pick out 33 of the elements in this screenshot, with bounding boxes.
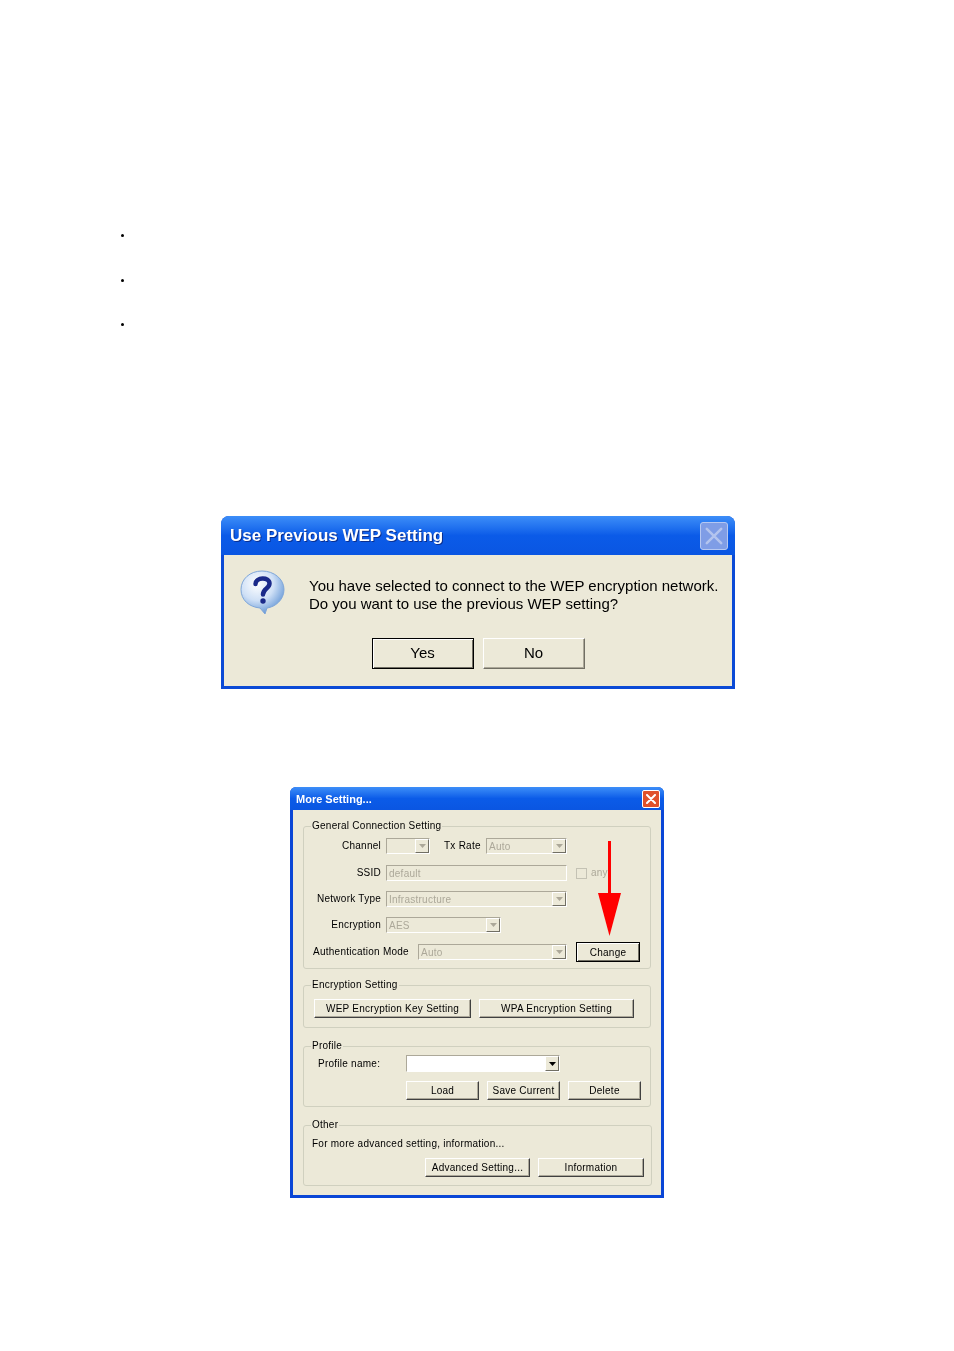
group-label: Profile — [311, 1040, 344, 1052]
info-text: For more advanced setting, information... — [312, 1138, 506, 1150]
encryption-setting-button[interactable]: WEP Encryption Key Setting — [314, 999, 471, 1018]
field-label: Encryption — [330, 919, 381, 931]
group-label: Encryption Setting — [311, 979, 399, 991]
dialog-button[interactable]: No — [482, 638, 585, 669]
field-label: Tx Rate — [444, 840, 482, 852]
field-label: Authentication Mode — [313, 946, 410, 958]
field-label: Network Type — [316, 893, 381, 905]
profile-action-button[interactable]: Delete — [568, 1081, 641, 1100]
encryption-setting-button[interactable]: WPA Encryption Setting — [479, 999, 634, 1018]
group-label: General Connection Setting — [311, 820, 443, 832]
field-label: any — [591, 867, 608, 879]
dialog-message: You have selected to connect to the WEP encryption network. Do you want to use the previous WEP setting? — [309, 577, 719, 613]
bullet-icon — [121, 234, 124, 237]
bullet-icon — [121, 278, 124, 282]
group-label: Other — [311, 1119, 340, 1131]
change-button[interactable]: Change — [576, 942, 640, 962]
dialog-button[interactable]: Information — [538, 1158, 644, 1177]
field-label: Profile name: — [318, 1057, 382, 1070]
close-icon — [646, 793, 656, 804]
window-title: More Setting... — [296, 791, 372, 806]
close-icon — [705, 526, 723, 545]
dialog-button[interactable]: Advanced Setting... — [425, 1158, 530, 1177]
profile-action-button[interactable]: Save Current — [487, 1081, 560, 1100]
profile-action-button[interactable]: Load — [406, 1081, 479, 1100]
bullet-icon — [121, 323, 124, 326]
question-bubble-icon — [240, 570, 285, 615]
dropdown-field[interactable] — [406, 1055, 560, 1072]
field-label: SSID — [355, 867, 381, 879]
dialog-button[interactable]: Yes — [371, 638, 474, 669]
field-label: Channel — [341, 840, 381, 852]
window-title: Use Previous WEP Setting — [230, 525, 444, 546]
